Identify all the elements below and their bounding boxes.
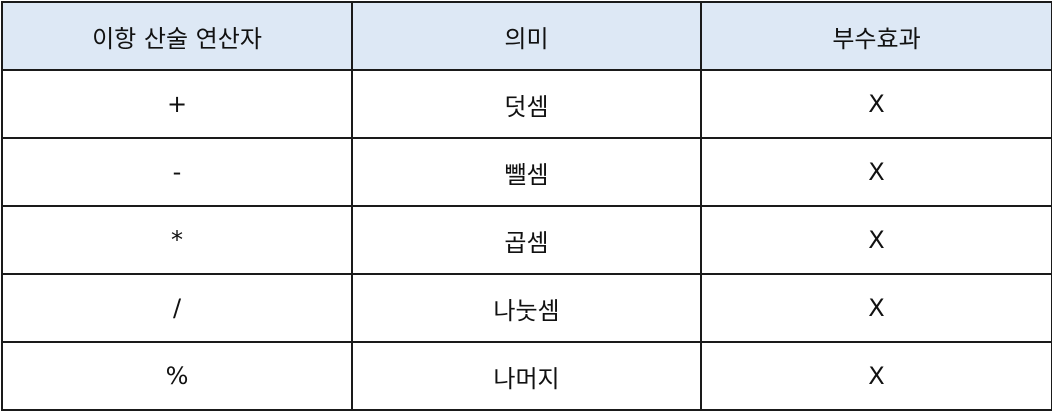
- operator-cell: *: [1, 205, 353, 275]
- header-meaning: 의미: [351, 1, 702, 71]
- meaning-cell: 뺄셈: [351, 137, 702, 207]
- meaning-cell: 곱셈: [351, 205, 702, 275]
- operator-cell: %: [1, 341, 353, 411]
- side-effect-cell: X: [700, 341, 1052, 411]
- meaning-cell: 나머지: [351, 341, 702, 411]
- operator-cell: -: [1, 137, 353, 207]
- side-effect-cell: X: [700, 69, 1052, 139]
- side-effect-cell: X: [700, 137, 1052, 207]
- meaning-cell: 나눗셈: [351, 273, 702, 343]
- operator-cell: +: [1, 69, 353, 139]
- table-header: 이항 산술 연산자 의미 부수효과: [1, 1, 1052, 71]
- table-row: - 뺄셈 X: [1, 137, 1052, 207]
- side-effect-cell: X: [700, 273, 1052, 343]
- header-operator: 이항 산술 연산자: [1, 1, 353, 71]
- operator-table-container: 이항 산술 연산자 의미 부수효과 + 덧셈 X - 뺄셈 X * 곱셈 X /…: [0, 0, 1052, 411]
- operator-cell: /: [1, 273, 353, 343]
- table-row: % 나머지 X: [1, 341, 1052, 411]
- table-row: + 덧셈 X: [1, 69, 1052, 139]
- header-side-effect: 부수효과: [700, 1, 1052, 71]
- table-body: + 덧셈 X - 뺄셈 X * 곱셈 X / 나눗셈 X % 나머지 X: [1, 69, 1052, 411]
- table-row: * 곱셈 X: [1, 205, 1052, 275]
- meaning-cell: 덧셈: [351, 69, 702, 139]
- side-effect-cell: X: [700, 205, 1052, 275]
- table-row: / 나눗셈 X: [1, 273, 1052, 343]
- header-row: 이항 산술 연산자 의미 부수효과: [1, 1, 1052, 71]
- binary-arithmetic-operator-table: 이항 산술 연산자 의미 부수효과 + 덧셈 X - 뺄셈 X * 곱셈 X /…: [1, 1, 1052, 411]
